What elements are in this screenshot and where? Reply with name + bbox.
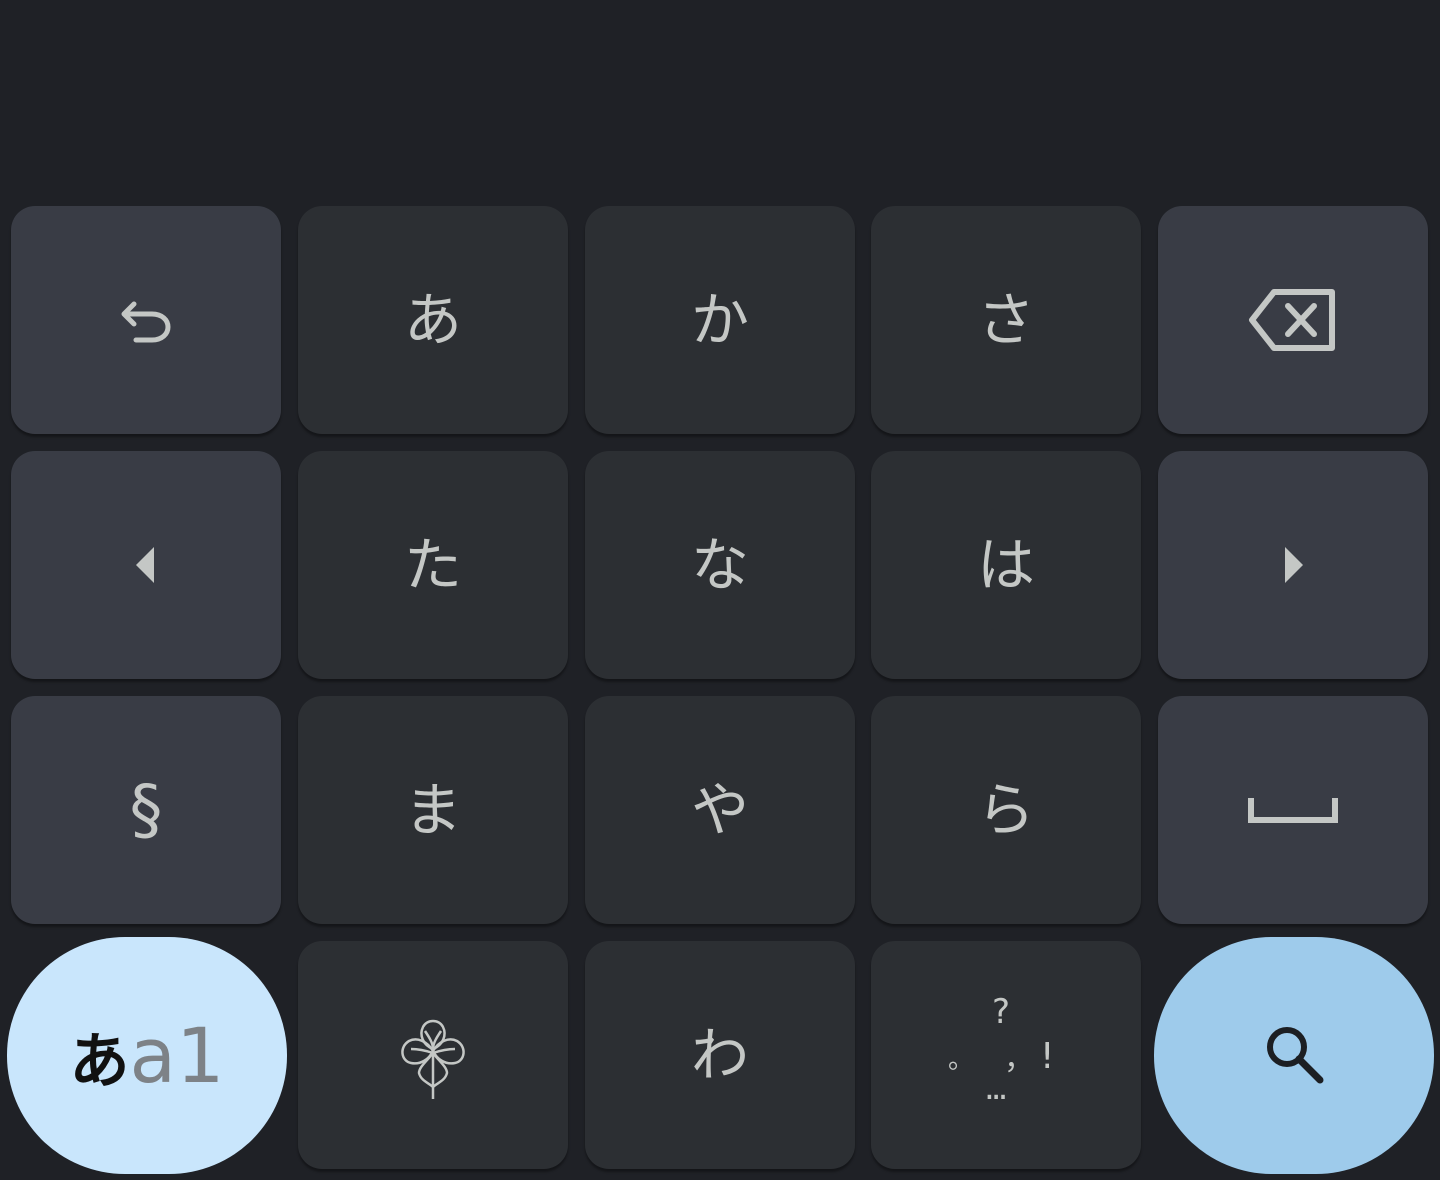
key-ka-label: か	[690, 286, 749, 354]
key-na-label: な	[690, 531, 749, 599]
exclamation-label: !	[1040, 1036, 1055, 1077]
key-wa[interactable]: わ	[585, 941, 855, 1169]
comma-label: ，	[1004, 1042, 1034, 1077]
search-button[interactable]	[1154, 937, 1434, 1174]
key-ya-label: や	[690, 776, 749, 844]
key-ya[interactable]: や	[585, 696, 855, 924]
suggestion-bar	[0, 0, 1440, 196]
input-mode-button[interactable]: あ a1	[7, 937, 287, 1174]
key-ma-label: ま	[403, 776, 462, 844]
undo-icon	[114, 288, 178, 352]
input-mode-label: あ a1	[69, 1010, 225, 1100]
undo-key[interactable]	[11, 206, 281, 434]
key-ra-label: ら	[976, 776, 1035, 844]
key-ha[interactable]: は	[871, 451, 1141, 679]
cursor-right-key[interactable]	[1158, 451, 1428, 679]
key-na[interactable]: な	[585, 451, 855, 679]
punctuation-key[interactable]: ? 。 ， ! ...	[871, 941, 1141, 1169]
symbol-key-label: §	[129, 771, 163, 848]
search-icon	[1262, 1022, 1326, 1090]
caret-right-icon	[1281, 545, 1305, 585]
key-wa-label: わ	[690, 1021, 749, 1089]
backspace-icon	[1248, 288, 1338, 352]
key-ka[interactable]: か	[585, 206, 855, 434]
key-a[interactable]: あ	[298, 206, 568, 434]
space-key[interactable]	[1158, 696, 1428, 924]
emoji-key[interactable]	[298, 941, 568, 1169]
mode-kana-label: あ	[69, 1026, 130, 1097]
symbol-key[interactable]: §	[11, 696, 281, 924]
key-sa-label: さ	[976, 286, 1035, 354]
backspace-key[interactable]	[1158, 206, 1428, 434]
cursor-left-key[interactable]	[11, 451, 281, 679]
key-ma[interactable]: ま	[298, 696, 568, 924]
clover-icon	[393, 1009, 473, 1101]
period-label: 。	[948, 1045, 975, 1075]
space-icon	[1247, 796, 1339, 824]
ellipsis-label: ...	[984, 1068, 1009, 1108]
key-ra[interactable]: ら	[871, 696, 1141, 924]
mode-alpha-label: a1	[129, 1010, 225, 1100]
question-mark-label: ?	[992, 992, 1011, 1032]
key-a-label: あ	[403, 286, 462, 354]
caret-left-icon	[134, 545, 158, 585]
key-ta-label: た	[403, 531, 462, 599]
key-ta[interactable]: た	[298, 451, 568, 679]
key-ha-label: は	[976, 531, 1035, 599]
key-sa[interactable]: さ	[871, 206, 1141, 434]
punctuation-labels: ? 。 ， ! ...	[936, 995, 1076, 1115]
